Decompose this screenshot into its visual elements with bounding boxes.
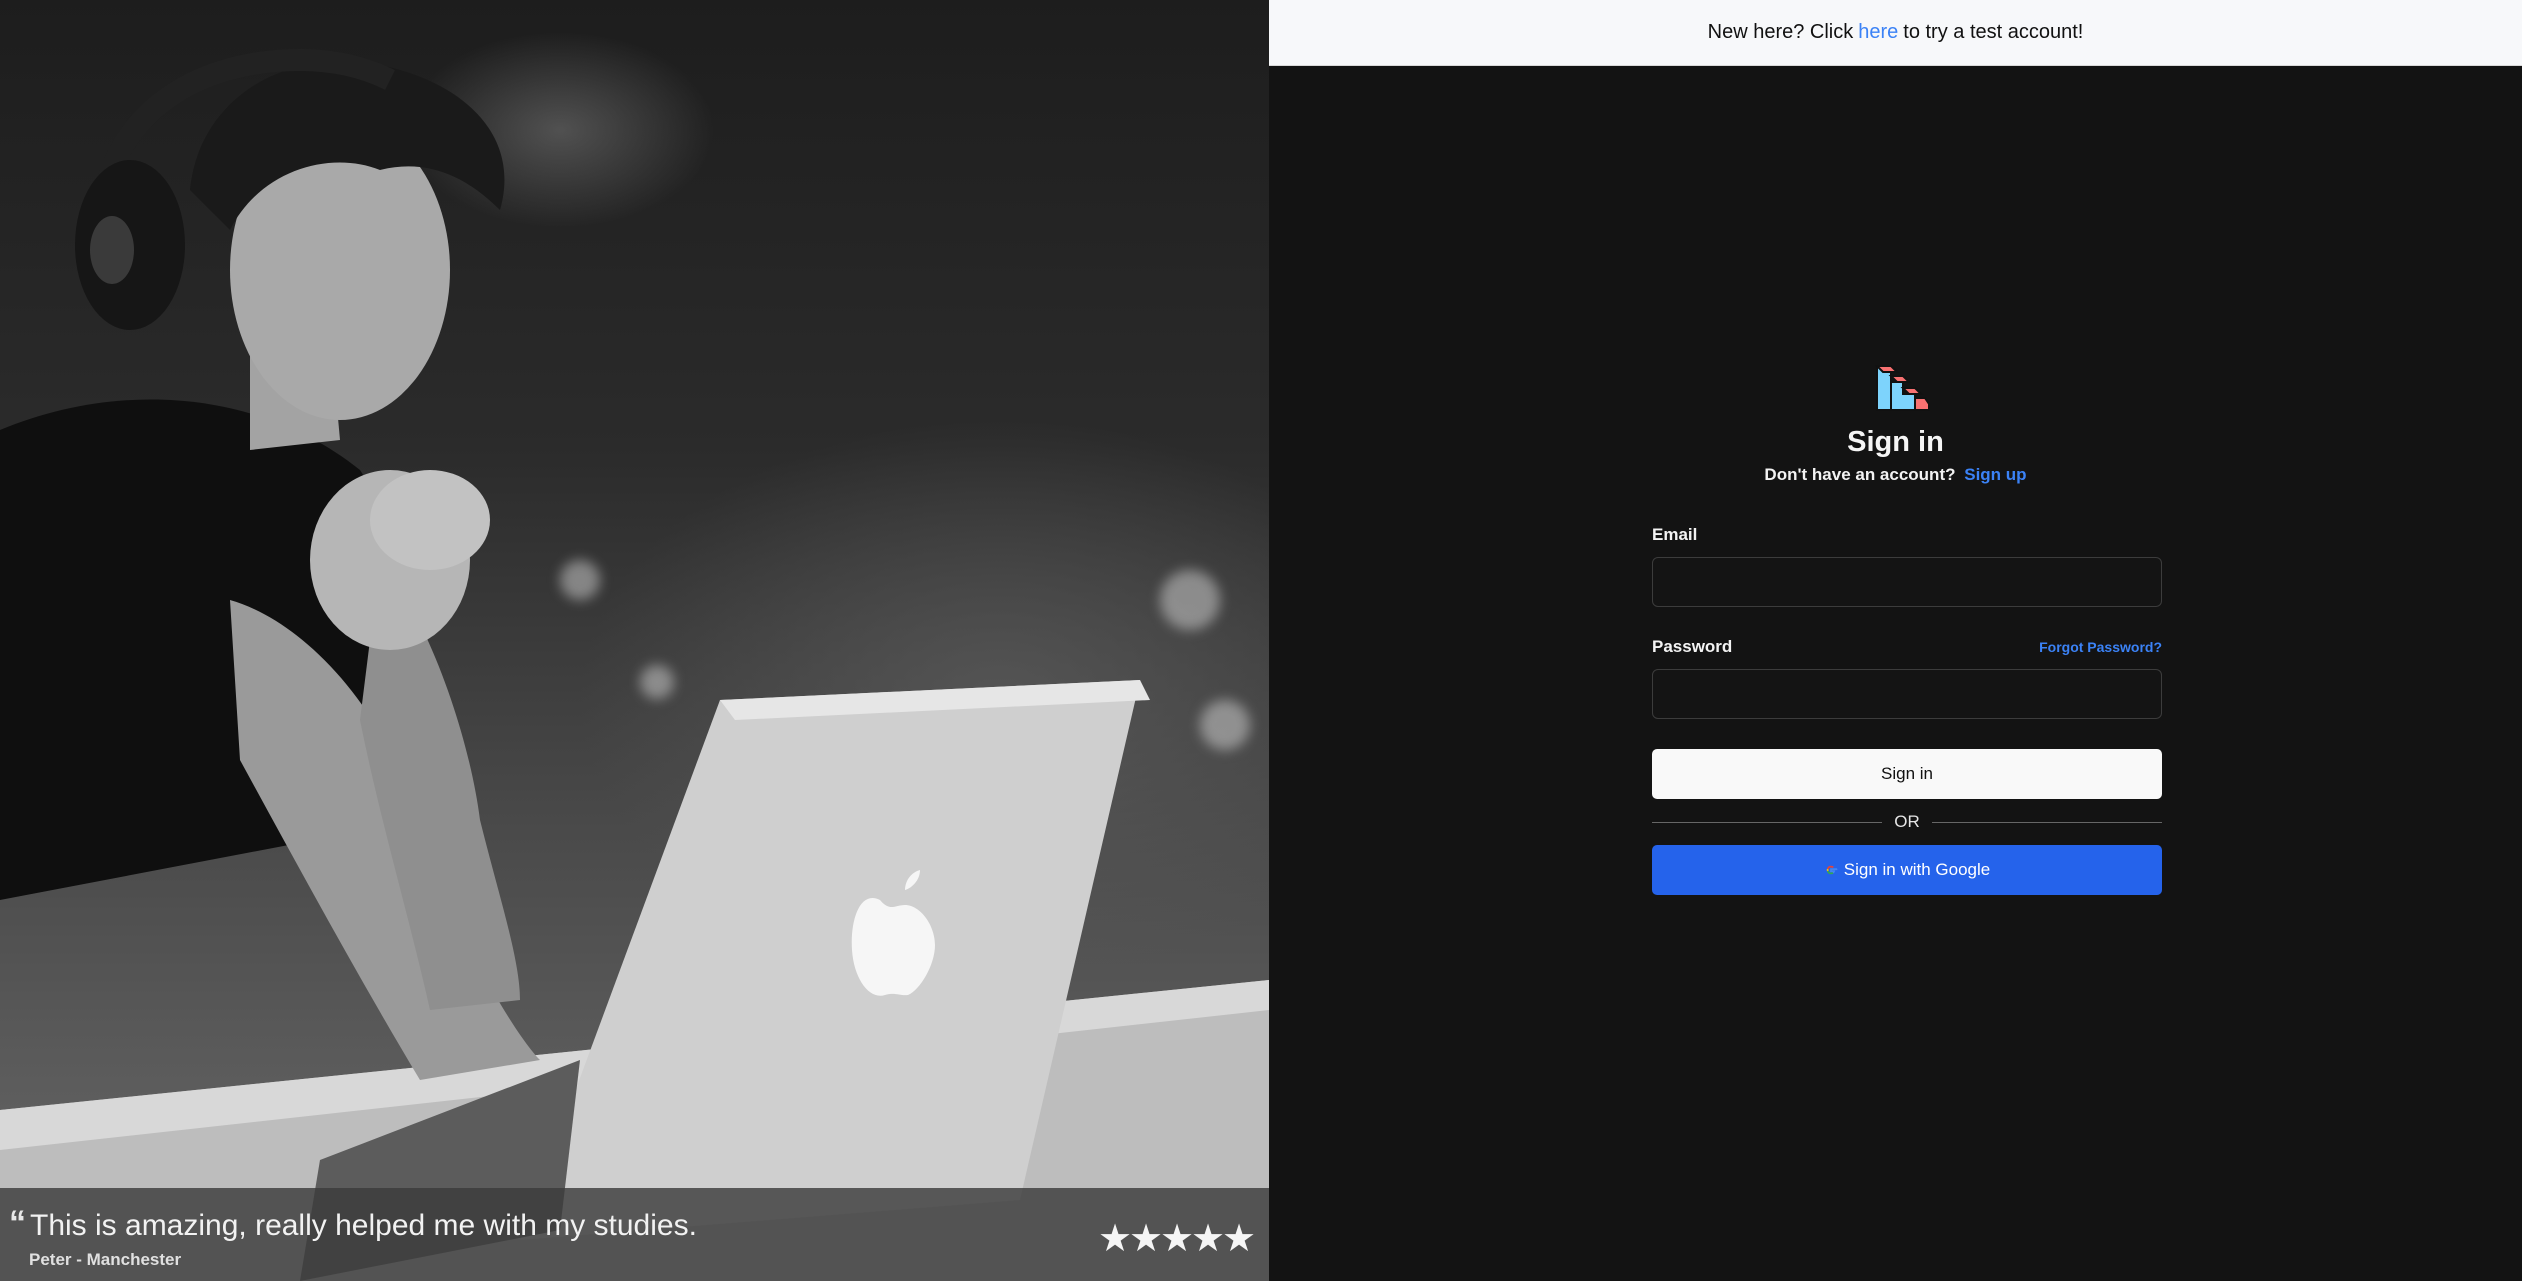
rating-stars: ★ ★ ★ ★ ★ xyxy=(1098,1218,1257,1260)
divider-line xyxy=(1652,821,1883,823)
test-account-banner: New here? Click here to try a test accou… xyxy=(1269,0,2522,66)
testimonial-author: Peter - Manchester xyxy=(29,1250,182,1269)
password-label: Password xyxy=(1652,637,1733,656)
signup-prompt: Don't have an account? Sign up xyxy=(1269,465,2522,485)
google-button-label: Sign in with Google xyxy=(1843,860,1991,879)
or-divider: OR xyxy=(1652,812,2162,832)
divider-line xyxy=(1931,821,2162,823)
auth-panel: New here? Click here to try a test accou… xyxy=(1269,0,2522,1281)
star-icon: ★ xyxy=(1191,1218,1226,1260)
signup-link[interactable]: Sign up xyxy=(1964,465,2026,484)
banner-suffix: to try a test account! xyxy=(1903,21,2084,43)
forgot-password-link[interactable]: Forgot Password? xyxy=(2039,639,2162,655)
or-text: OR xyxy=(1894,812,1920,831)
google-icon xyxy=(1826,865,1838,875)
no-account-text: Don't have an account? xyxy=(1764,465,1956,484)
star-icon: ★ xyxy=(1129,1218,1164,1260)
stairs-icon xyxy=(1875,365,1930,411)
star-icon: ★ xyxy=(1160,1218,1195,1260)
person-with-laptop-illustration xyxy=(0,48,1269,1281)
signin-form: Email Password Forgot Password? Sign in … xyxy=(1652,525,2162,895)
page-title: Sign in xyxy=(1847,426,1944,458)
test-account-link[interactable]: here xyxy=(1858,21,1898,44)
banner-prefix: New here? Click xyxy=(1707,21,1854,43)
password-label-row: Password Forgot Password? xyxy=(1652,637,2162,657)
star-icon: ★ xyxy=(1098,1218,1133,1260)
google-signin-button[interactable]: Sign in with Google xyxy=(1652,845,2162,895)
star-icon: ★ xyxy=(1222,1218,1257,1260)
quote-mark: “ xyxy=(9,1204,26,1242)
email-label: Email xyxy=(1652,525,1698,544)
signin-button[interactable]: Sign in xyxy=(1652,749,2162,799)
email-field[interactable] xyxy=(1652,557,2162,607)
testimonial-quote: This is amazing, really helped me with m… xyxy=(30,1209,697,1242)
hero-photo: “ This is amazing, really helped me with… xyxy=(0,0,1269,1281)
password-field[interactable] xyxy=(1652,669,2162,719)
